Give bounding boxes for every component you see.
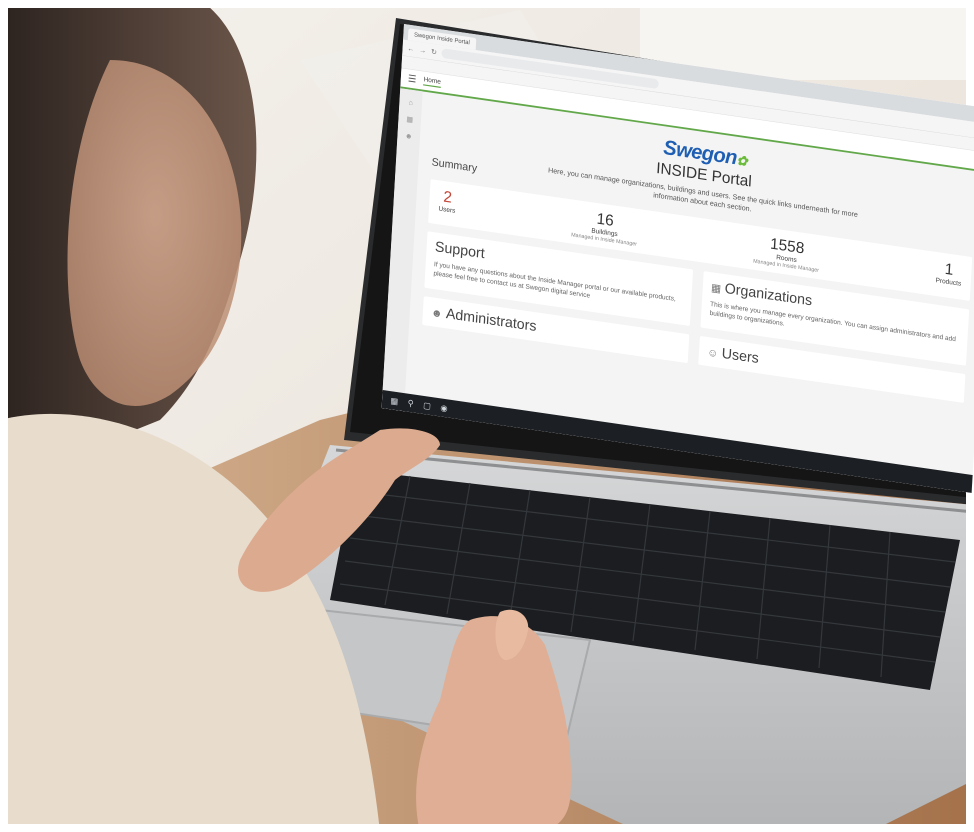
administrators-icon: ☻ <box>430 306 443 320</box>
browser-icon[interactable]: ◉ <box>440 402 448 413</box>
stat-rooms[interactable]: 1558 Rooms Managed in Inside Manager <box>753 232 821 273</box>
leaf-icon: ✿ <box>736 152 748 169</box>
menu-icon[interactable]: ☰ <box>408 72 417 85</box>
administrators-heading: Administrators <box>445 305 537 335</box>
windows-start-icon[interactable]: ▦ <box>390 395 398 406</box>
stat-products[interactable]: 1 Products <box>935 258 962 293</box>
search-icon[interactable]: ⚲ <box>407 398 414 409</box>
organizations-icon: ▦ <box>710 281 722 295</box>
stat-label: Users <box>438 205 456 215</box>
sidebar-users-icon[interactable]: ☻ <box>405 131 413 140</box>
stat-users[interactable]: 2 Users <box>438 186 457 220</box>
sidebar-home-icon[interactable]: ⌂ <box>408 98 413 107</box>
reload-icon[interactable]: ↻ <box>431 47 437 56</box>
back-icon[interactable]: ← <box>407 44 415 53</box>
sidebar-buildings-icon[interactable]: ▦ <box>406 115 413 124</box>
forward-icon[interactable]: → <box>419 46 427 55</box>
users-heading: Users <box>721 345 760 367</box>
stat-value: 2 <box>442 187 453 207</box>
folder-icon[interactable]: ▢ <box>423 400 431 411</box>
users-icon: ☺ <box>706 346 719 360</box>
tab-home[interactable]: Home <box>423 75 442 88</box>
photo-scene: Swegon Inside Portal ← → ↻ ☰ Home ⌂ ▦ ☻ <box>0 0 974 832</box>
stat-buildings[interactable]: 16 Buildings Managed in Inside Manager <box>571 206 639 247</box>
